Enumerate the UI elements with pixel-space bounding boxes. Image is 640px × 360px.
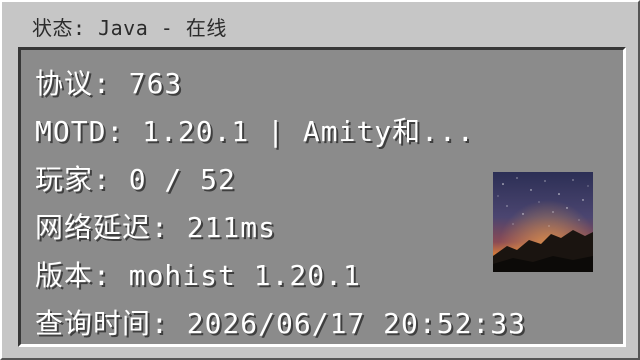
protocol-line: 协议: 763 <box>35 67 183 100</box>
version-line: 版本: mohist 1.20.1 <box>35 259 361 292</box>
latency-line: 网络延迟: 211ms <box>35 211 277 244</box>
query-time-line: 查询时间: 2026/06/17 20:52:33 <box>35 307 527 340</box>
server-icon-image <box>493 172 593 272</box>
motd-line: MOTD: 1.20.1 | Amity和... <box>35 115 475 148</box>
starry-night-mountain-icon <box>493 172 593 272</box>
status-window: 状态: Java - 在线 协议: 763 MOTD: 1.20.1 | Ami… <box>0 0 640 360</box>
players-line: 玩家: 0 / 52 <box>35 163 236 196</box>
info-panel: 协议: 763 MOTD: 1.20.1 | Amity和... 玩家: 0 /… <box>18 47 626 347</box>
window-title: 状态: Java - 在线 <box>32 16 227 40</box>
